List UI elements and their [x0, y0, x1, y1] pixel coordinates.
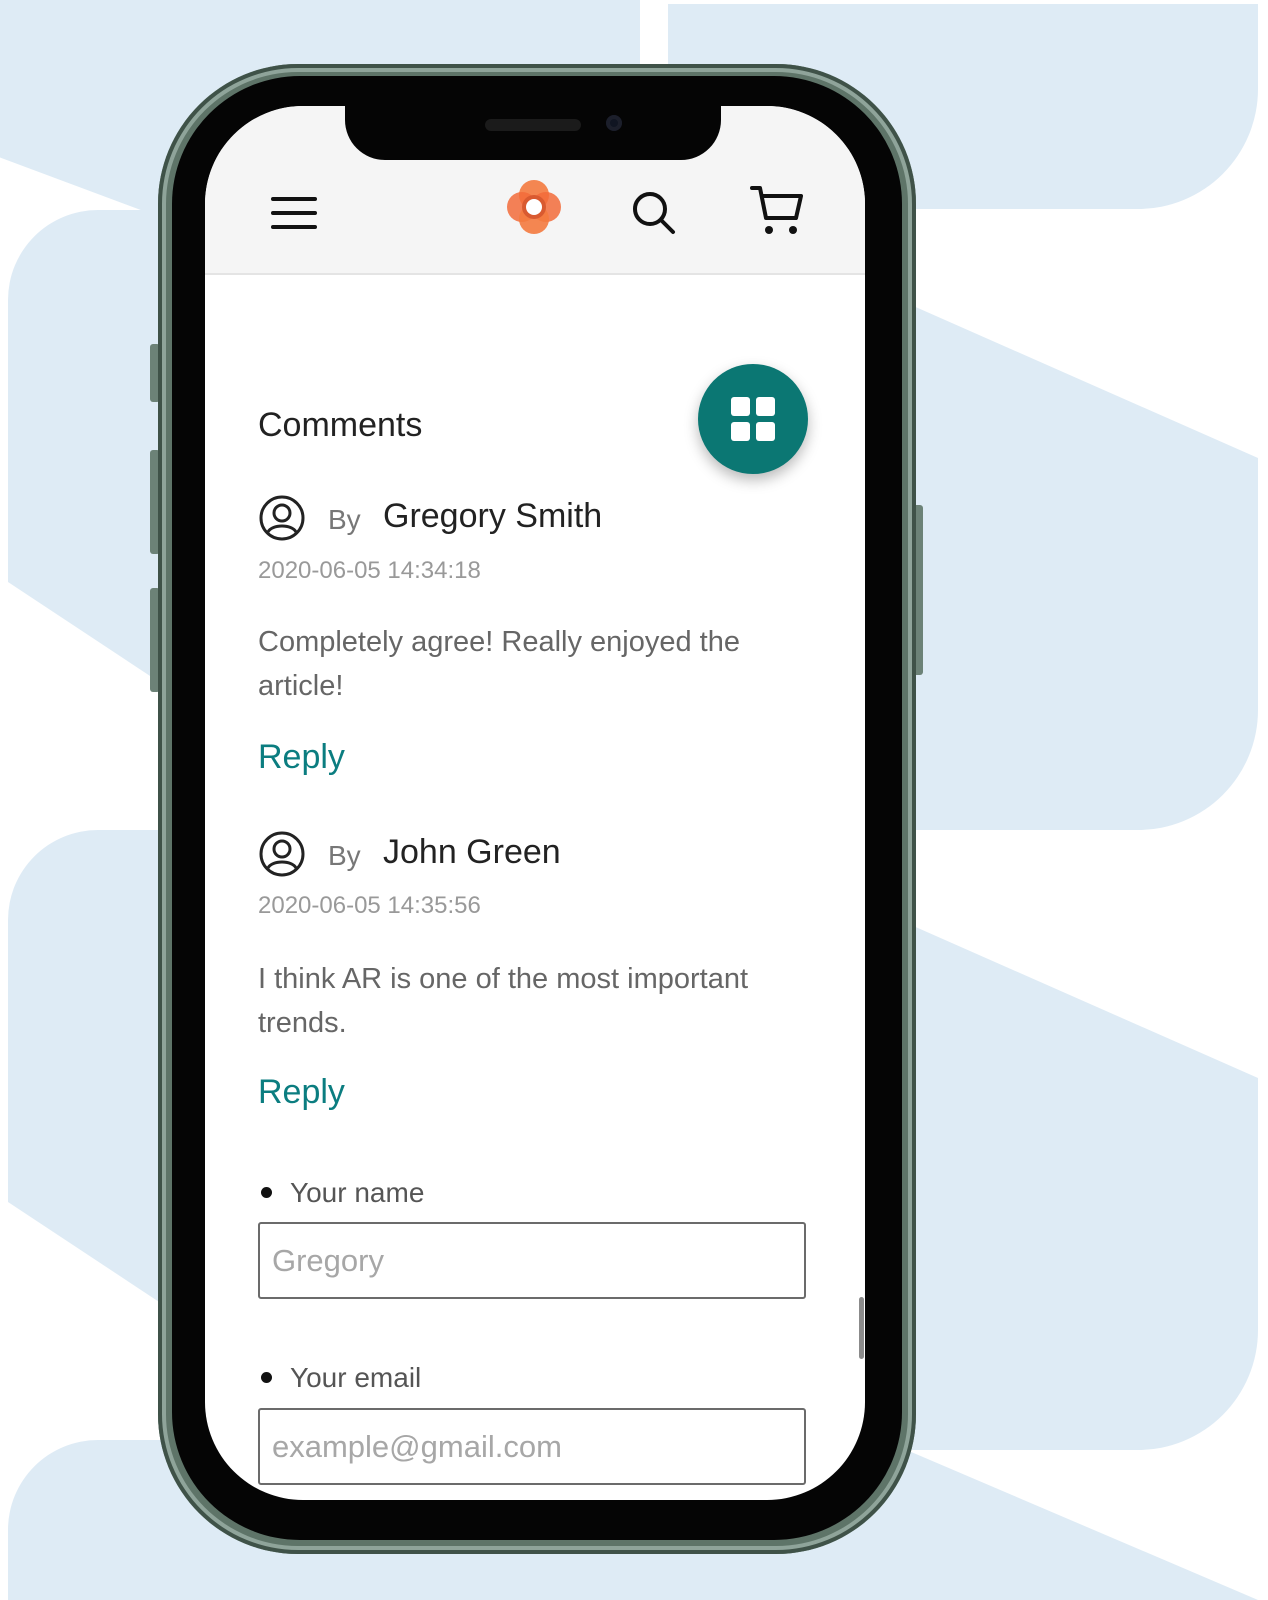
flower-logo-icon[interactable] — [505, 178, 563, 236]
by-label: By — [328, 504, 361, 535]
comment-timestamp: 2020-06-05 14:35:56 — [258, 892, 481, 919]
phone-notch — [345, 104, 721, 160]
comment-author: John Green — [383, 833, 561, 871]
required-bullet — [261, 1372, 272, 1383]
reply-link[interactable]: Reply — [258, 738, 345, 777]
comment-text: Completely agree! Really enjoyed the art… — [258, 626, 740, 702]
grid-icon — [731, 397, 775, 441]
phone-speaker — [485, 119, 581, 131]
comments-title: Comments — [258, 406, 423, 444]
search-icon[interactable] — [629, 188, 677, 236]
by-label: By — [328, 840, 361, 871]
comment-author: Gregory Smith — [383, 497, 603, 535]
comment-timestamp: 2020-06-05 14:34:18 — [258, 557, 481, 584]
shopping-cart-icon[interactable] — [749, 184, 805, 238]
email-field-label: Your email — [290, 1362, 422, 1393]
phone-camera — [606, 115, 622, 131]
reply-link[interactable]: Reply — [258, 1073, 345, 1112]
scrollbar-thumb[interactable] — [859, 1297, 864, 1359]
hamburger-menu-icon[interactable] — [271, 195, 317, 231]
phone-screen: Comments By Gregory Smith 2020-06-05 14:… — [205, 106, 865, 1500]
name-field-label: Your name — [290, 1177, 425, 1208]
user-avatar-icon — [258, 830, 306, 878]
name-input[interactable] — [258, 1222, 806, 1299]
required-bullet — [261, 1187, 272, 1198]
grid-menu-fab[interactable] — [698, 364, 808, 474]
user-avatar-icon — [258, 494, 306, 542]
email-input[interactable] — [258, 1408, 806, 1485]
comment-text: I think AR is one of the most important … — [258, 963, 749, 1039]
